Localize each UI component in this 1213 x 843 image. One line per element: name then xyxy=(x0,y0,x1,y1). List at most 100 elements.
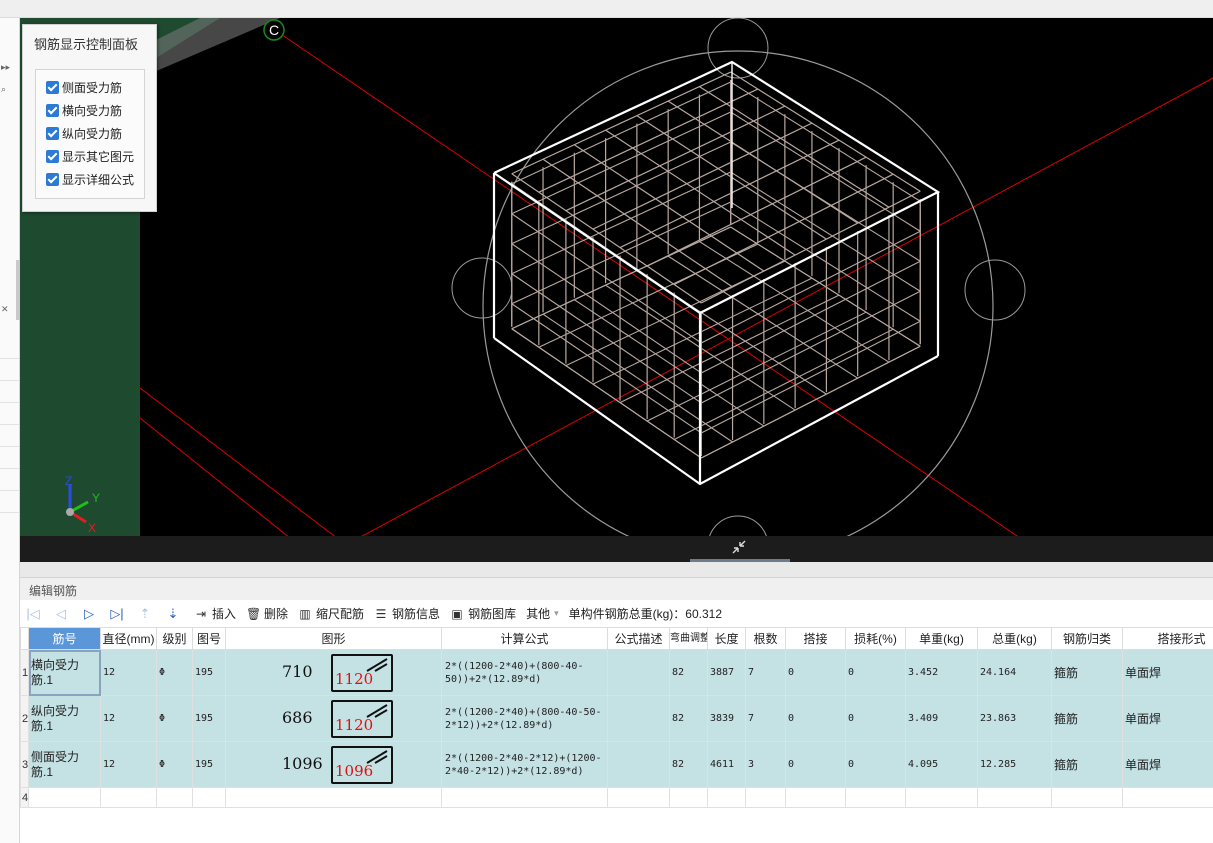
collapse-arrows-icon[interactable] xyxy=(730,538,748,556)
cell-diameter[interactable]: 12 xyxy=(100,741,157,788)
empty-cell[interactable] xyxy=(156,787,193,808)
checkbox-checked-icon[interactable] xyxy=(46,172,59,186)
cell-count[interactable]: 7 xyxy=(745,695,786,742)
empty-cell[interactable] xyxy=(1051,787,1123,808)
cell-formula[interactable]: 2*((1200-2*40)+(800-40-50-2*12))+2*(12.8… xyxy=(441,695,608,742)
option-longitudinal-rebar[interactable]: 纵向受力筋 xyxy=(46,124,122,142)
cell-unit-weight[interactable]: 4.095 xyxy=(905,741,978,788)
cell-shape[interactable]: 686 1120 xyxy=(225,695,442,742)
cell-formula[interactable]: 2*((1200-2*40-2*12)+(1200-2*40-2*12))+2*… xyxy=(441,741,608,788)
cell-bar-name[interactable]: 纵向受力筋.1 xyxy=(28,695,101,742)
empty-cell[interactable] xyxy=(977,787,1052,808)
option-show-detail-formula[interactable]: 显示详细公式 xyxy=(46,170,134,188)
col-header-total-weight[interactable]: 总重(kg) xyxy=(977,627,1052,650)
col-header-grade[interactable]: 级别 xyxy=(156,627,193,650)
empty-cell[interactable] xyxy=(192,787,226,808)
cell-shape[interactable]: 1096 1096 xyxy=(225,741,442,788)
cell-bar-name[interactable]: 侧面受力筋.1 xyxy=(28,741,101,788)
cell-lap-type[interactable]: 单面焊 xyxy=(1122,741,1213,788)
col-header-lap-type[interactable]: 搭接形式 xyxy=(1122,627,1213,650)
col-header-diameter[interactable]: 直径(mm) xyxy=(100,627,157,650)
cell-bend[interactable]: 82 xyxy=(669,649,708,696)
rebar-library-button[interactable]: ▣ 钢筋图库 xyxy=(450,605,516,622)
checkbox-checked-icon[interactable] xyxy=(46,80,59,94)
cell-unit-weight[interactable]: 3.409 xyxy=(905,695,978,742)
col-header-loss[interactable]: 损耗(%) xyxy=(845,627,906,650)
cell-length[interactable]: 3839 xyxy=(707,695,746,742)
rebar-cage[interactable] xyxy=(511,71,921,459)
col-header-bend-adjust[interactable]: 弯曲调整 xyxy=(669,627,708,650)
cell-loss[interactable]: 0 xyxy=(845,695,906,742)
delete-button[interactable]: 🗑 删除 xyxy=(246,605,288,622)
first-record-button[interactable]: |◁ xyxy=(26,606,44,621)
cell-formula-desc[interactable] xyxy=(607,649,670,696)
3d-viewport[interactable]: C 3 Z Y X xyxy=(20,18,1213,562)
empty-cell[interactable] xyxy=(607,787,670,808)
empty-cell[interactable] xyxy=(441,787,608,808)
cell-grade[interactable]: Φ xyxy=(156,649,193,696)
option-transverse-rebar[interactable]: 横向受力筋 xyxy=(46,101,122,119)
col-header-bar-number[interactable]: 筋号 xyxy=(28,627,101,650)
cell-lap[interactable]: 0 xyxy=(785,741,846,788)
col-header-formula-desc[interactable]: 公式描述 xyxy=(607,627,670,650)
rebar-info-button[interactable]: ☰ 钢筋信息 xyxy=(374,605,440,622)
empty-cell[interactable] xyxy=(785,787,846,808)
col-header-figure-number[interactable]: 图号 xyxy=(192,627,226,650)
cell-loss[interactable]: 0 xyxy=(845,649,906,696)
empty-cell[interactable] xyxy=(845,787,906,808)
empty-cell[interactable] xyxy=(100,787,157,808)
cell-count[interactable]: 3 xyxy=(745,741,786,788)
checkbox-checked-icon[interactable] xyxy=(46,126,59,140)
cell-category[interactable]: 箍筋 xyxy=(1051,649,1123,696)
option-side-rebar[interactable]: 侧面受力筋 xyxy=(46,78,122,96)
cell-grade[interactable]: Φ xyxy=(156,741,193,788)
cell-figure-number[interactable]: 195 xyxy=(192,741,226,788)
empty-cell[interactable] xyxy=(707,787,746,808)
cell-count[interactable]: 7 xyxy=(745,649,786,696)
empty-cell[interactable] xyxy=(669,787,708,808)
empty-cell[interactable] xyxy=(28,787,101,808)
option-show-other-elements[interactable]: 显示其它图元 xyxy=(46,147,134,165)
empty-cell[interactable] xyxy=(745,787,786,808)
cell-diameter[interactable]: 12 xyxy=(100,649,157,696)
cell-category[interactable]: 箍筋 xyxy=(1051,695,1123,742)
cell-unit-weight[interactable]: 3.452 xyxy=(905,649,978,696)
cell-figure-number[interactable]: 195 xyxy=(192,649,226,696)
cell-formula[interactable]: 2*((1200-2*40)+(800-40-50))+2*(12.89*d) xyxy=(441,649,608,696)
other-dropdown[interactable]: 其他 ▾ xyxy=(526,605,559,622)
table-row[interactable]: 1 横向受力筋.1 12 Φ 195 710 1120 2*((1200-2*4… xyxy=(20,649,1213,696)
cell-diameter[interactable]: 12 xyxy=(100,695,157,742)
cell-lap[interactable]: 0 xyxy=(785,695,846,742)
scale-rebar-button[interactable]: ▥ 缩尺配筋 xyxy=(298,605,364,622)
table-row-empty[interactable]: 4 xyxy=(20,787,1213,808)
checkbox-checked-icon[interactable] xyxy=(46,103,59,117)
table-row[interactable]: 3 侧面受力筋.1 12 Φ 195 1096 1096 2*((1200-2*… xyxy=(20,741,1213,788)
cell-total-weight[interactable]: 24.164 xyxy=(977,649,1052,696)
insert-button[interactable]: ⇥ 插入 xyxy=(194,605,236,622)
empty-cell[interactable] xyxy=(905,787,978,808)
expand-arrows-icon[interactable]: ▸▸ xyxy=(1,62,10,73)
cell-length[interactable]: 4611 xyxy=(707,741,746,788)
cell-figure-number[interactable]: 195 xyxy=(192,695,226,742)
cell-lap-type[interactable]: 单面焊 xyxy=(1122,649,1213,696)
cell-category[interactable]: 箍筋 xyxy=(1051,741,1123,788)
cell-shape[interactable]: 710 1120 xyxy=(225,649,442,696)
last-record-button[interactable]: ▷| xyxy=(110,606,128,621)
cell-lap[interactable]: 0 xyxy=(785,649,846,696)
checkbox-checked-icon[interactable] xyxy=(46,149,59,163)
col-header-lap[interactable]: 搭接 xyxy=(785,627,846,650)
cell-loss[interactable]: 0 xyxy=(845,741,906,788)
cell-formula-desc[interactable] xyxy=(607,741,670,788)
close-icon[interactable]: ✕ xyxy=(1,304,9,315)
col-header-category[interactable]: 钢筋归类 xyxy=(1051,627,1123,650)
col-header-length[interactable]: 长度 xyxy=(707,627,746,650)
col-header-shape[interactable]: 图形 xyxy=(225,627,442,650)
col-header-unit-weight[interactable]: 单重(kg) xyxy=(905,627,978,650)
cell-bar-name[interactable]: 横向受力筋.1 xyxy=(28,649,101,696)
next-record-button[interactable]: ▷ xyxy=(82,606,100,621)
cell-bend[interactable]: 82 xyxy=(669,695,708,742)
table-row[interactable]: 2 纵向受力筋.1 12 Φ 195 686 1120 2*((1200-2*4… xyxy=(20,695,1213,742)
cell-grade[interactable]: Φ xyxy=(156,695,193,742)
cell-formula-desc[interactable] xyxy=(607,695,670,742)
col-header-formula[interactable]: 计算公式 xyxy=(441,627,608,650)
